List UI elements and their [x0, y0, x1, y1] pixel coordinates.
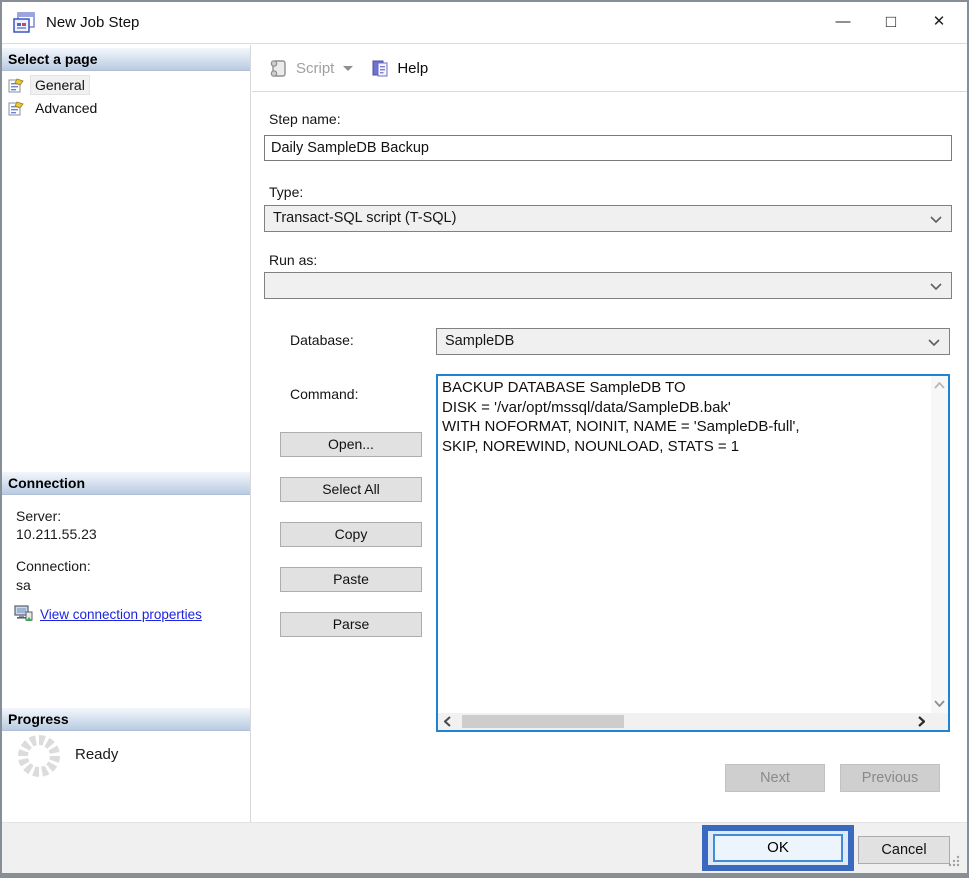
parse-button[interactable]: Parse: [280, 612, 422, 637]
type-label: Type:: [269, 184, 303, 200]
connection-header: Connection: [2, 472, 250, 495]
sidebar-item-general[interactable]: General: [5, 74, 89, 96]
command-textarea[interactable]: BACKUP DATABASE SampleDB TO DISK = '/var…: [436, 374, 950, 732]
select-a-page-header: Select a page: [2, 48, 250, 71]
main-panel: Script Help Step name: Type: Transact-SQ…: [252, 45, 967, 822]
sidebar-item-label: General: [31, 76, 89, 94]
help-button-label: Help: [397, 60, 428, 77]
minimize-button[interactable]: —: [819, 2, 867, 44]
sidebar-item-advanced[interactable]: Advanced: [5, 97, 101, 119]
progress-header: Progress: [2, 708, 250, 731]
title-bar: New Job Step — □ ✕: [2, 2, 967, 44]
connection-label: Connection:: [16, 558, 91, 574]
scroll-right-icon: [918, 716, 925, 727]
horizontal-scrollbar[interactable]: [438, 713, 931, 730]
page-icon: [8, 101, 25, 116]
progress-status: Ready: [75, 746, 118, 763]
horizontal-scrollbar-thumb[interactable]: [462, 715, 624, 728]
progress-spinner-icon: [18, 735, 60, 777]
chevron-down-icon: [928, 339, 940, 347]
sidebar-item-label: Advanced: [31, 99, 101, 117]
scroll-down-icon: [934, 700, 945, 707]
run-as-dropdown[interactable]: [264, 272, 952, 299]
type-dropdown[interactable]: Transact-SQL script (T-SQL): [264, 205, 952, 232]
script-dropdown-caret-icon: [343, 66, 353, 76]
toolbar: Script Help: [252, 45, 967, 92]
select-all-button[interactable]: Select All: [280, 477, 422, 502]
step-name-input[interactable]: [264, 135, 952, 161]
command-label: Command:: [290, 386, 358, 402]
paste-button[interactable]: Paste: [280, 567, 422, 592]
window-controls: — □ ✕: [819, 2, 963, 44]
connection-properties-icon: [14, 605, 34, 623]
maximize-button[interactable]: □: [867, 2, 915, 44]
ok-highlight-annotation: OK: [702, 825, 854, 871]
scrollbar-corner: [931, 713, 948, 730]
copy-button[interactable]: Copy: [280, 522, 422, 547]
scroll-left-icon: [444, 716, 451, 727]
help-icon: [371, 59, 390, 78]
database-value: SampleDB: [445, 333, 514, 349]
help-button[interactable]: Help: [371, 59, 428, 78]
view-connection-properties[interactable]: View connection properties: [14, 605, 202, 623]
footer-bar: OK Cancel: [2, 822, 967, 873]
database-dropdown[interactable]: SampleDB: [436, 328, 950, 355]
view-connection-properties-link: View connection properties: [40, 607, 202, 622]
new-job-step-dialog: New Job Step — □ ✕ Select a page General: [0, 0, 969, 878]
ok-button[interactable]: OK: [713, 834, 843, 862]
previous-button[interactable]: Previous: [840, 764, 940, 792]
cancel-button[interactable]: Cancel: [858, 836, 950, 864]
window-title: New Job Step: [46, 2, 139, 44]
page-icon: [8, 78, 25, 93]
scroll-up-icon: [934, 382, 945, 389]
script-button[interactable]: Script: [268, 59, 357, 78]
script-icon: [268, 59, 289, 78]
close-button[interactable]: ✕: [915, 2, 963, 44]
dialog-window-icon: [12, 11, 36, 35]
next-button[interactable]: Next: [725, 764, 825, 792]
chevron-down-icon: [930, 216, 942, 224]
command-text: BACKUP DATABASE SampleDB TO DISK = '/var…: [442, 378, 929, 711]
server-value: 10.211.55.23: [16, 526, 97, 542]
chevron-down-icon: [930, 283, 942, 291]
sidebar: Select a page General Advanced Connectio…: [2, 45, 251, 822]
step-name-label: Step name:: [269, 111, 341, 127]
vertical-scrollbar[interactable]: [931, 376, 948, 713]
open-button[interactable]: Open...: [280, 432, 422, 457]
script-button-label: Script: [296, 60, 334, 77]
database-label: Database:: [290, 332, 354, 348]
resize-grip[interactable]: [947, 854, 961, 868]
connection-value: sa: [16, 577, 31, 593]
server-label: Server:: [16, 508, 61, 524]
type-value: Transact-SQL script (T-SQL): [273, 210, 456, 226]
run-as-label: Run as:: [269, 252, 317, 268]
